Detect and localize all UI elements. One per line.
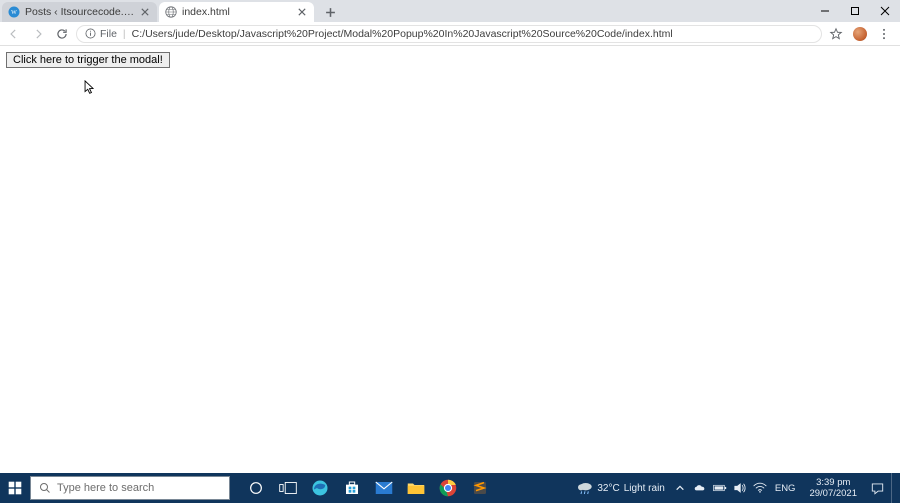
clock-date: 29/07/2021 [809,488,857,499]
mail-icon [375,481,393,495]
chrome-toolbar: File | C:/Users/jude/Desktop/Javascript%… [0,22,900,46]
search-placeholder: Type here to search [57,482,154,494]
sublime-button[interactable] [464,473,496,503]
omnibox-separator: | [123,28,126,40]
url-text: C:/Users/jude/Desktop/Javascript%20Proje… [132,28,813,40]
search-icon [39,482,51,494]
wifi-icon[interactable] [753,481,767,495]
windows-taskbar: Type here to search 32°C Light ra [0,473,900,503]
show-desktop-button[interactable] [891,473,896,503]
mouse-cursor-icon [84,80,95,96]
task-view-icon [279,481,297,495]
minimize-button[interactable] [810,0,840,22]
chrome-titlebar: W Posts ‹ Itsourcecode.com — Wo index.ht… [0,0,900,22]
edge-button[interactable] [304,473,336,503]
onedrive-icon[interactable] [693,481,707,495]
tab-label: Posts ‹ Itsourcecode.com — Wo [25,6,139,18]
bookmark-star-button[interactable] [826,24,846,44]
tab-strip: W Posts ‹ Itsourcecode.com — Wo index.ht… [0,0,340,22]
language-indicator[interactable]: ENG [773,483,798,494]
window-close-button[interactable] [870,0,900,22]
store-button[interactable] [336,473,368,503]
battery-icon[interactable] [713,481,727,495]
forward-button[interactable] [28,24,48,44]
new-tab-button[interactable] [320,3,340,21]
action-center-button[interactable] [869,473,885,503]
site-info-button[interactable]: File [85,28,117,40]
close-icon[interactable] [296,6,308,18]
profile-avatar-button[interactable] [850,24,870,44]
start-button[interactable] [0,473,30,503]
windows-logo-icon [8,481,22,495]
reload-button[interactable] [52,24,72,44]
omnibox[interactable]: File | C:/Users/jude/Desktop/Javascript%… [76,25,822,43]
page-viewport: Click here to trigger the modal! [0,46,900,473]
sublime-icon [472,480,488,496]
tab-index-html[interactable]: index.html [159,2,314,22]
info-icon [85,28,96,39]
taskbar-pinned-apps [240,473,496,503]
volume-icon[interactable] [733,481,747,495]
close-icon[interactable] [139,6,151,18]
site-info-label: File [100,28,117,40]
tab-wordpress[interactable]: W Posts ‹ Itsourcecode.com — Wo [2,2,157,22]
maximize-button[interactable] [840,0,870,22]
clock-time: 3:39 pm [809,477,857,488]
window-controls [810,0,900,22]
file-icon [165,6,177,18]
chrome-button[interactable] [432,473,464,503]
weather-icon [577,481,593,495]
avatar-icon [853,27,867,41]
cortana-icon [248,480,264,496]
mail-button[interactable] [368,473,400,503]
tray-overflow-button[interactable] [673,481,687,495]
cortana-button[interactable] [240,473,272,503]
wordpress-icon: W [8,6,20,18]
back-button[interactable] [4,24,24,44]
system-tray: ENG 3:39 pm 29/07/2021 [669,473,900,503]
trigger-modal-button[interactable]: Click here to trigger the modal! [6,52,170,68]
weather-temp: 32°C [597,483,619,494]
task-view-button[interactable] [272,473,304,503]
taskbar-clock[interactable]: 3:39 pm 29/07/2021 [803,477,863,499]
weather-desc: Light rain [624,483,665,494]
folder-icon [407,481,425,495]
store-icon [344,480,360,496]
file-explorer-button[interactable] [400,473,432,503]
edge-icon [311,479,329,497]
weather-widget[interactable]: 32°C Light rain [573,481,668,495]
taskbar-search-input[interactable]: Type here to search [30,476,230,500]
svg-text:W: W [11,10,17,16]
tab-label: index.html [182,6,296,18]
chrome-icon [439,479,457,497]
chrome-menu-button[interactable] [874,24,894,44]
